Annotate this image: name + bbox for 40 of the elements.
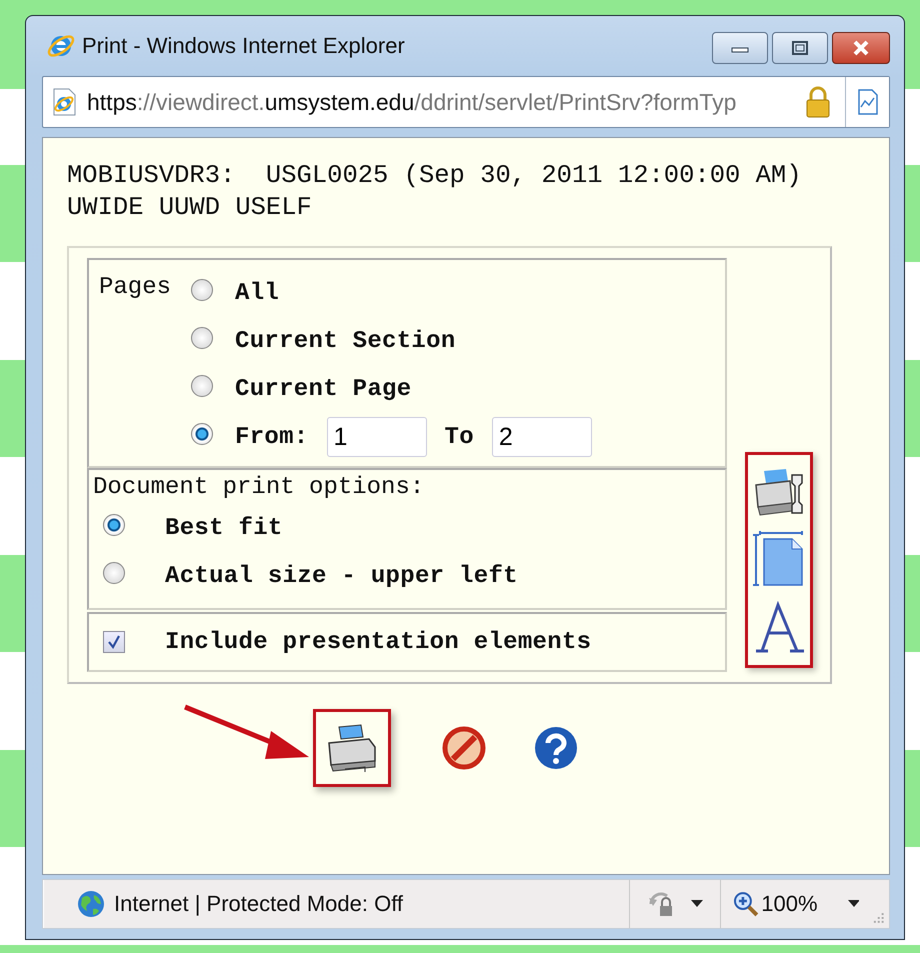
zone-text: Internet | Protected Mode: Off (114, 891, 404, 917)
radio-button[interactable] (191, 327, 213, 349)
radio-button[interactable] (191, 423, 213, 445)
radio-button[interactable] (191, 279, 213, 301)
cancel-icon[interactable] (441, 725, 487, 771)
close-icon (851, 40, 871, 56)
group-title: Document print options: (93, 474, 426, 503)
pages-label: Pages (99, 274, 172, 301)
printer-icon (325, 723, 379, 773)
report-line: MOBIUSVDR3: USGL0025 (Sep 30, 2011 12:00:00 AM) (67, 160, 802, 192)
maximize-icon (790, 40, 810, 56)
option-label: Current Section (235, 328, 456, 354)
minimize-button[interactable] (712, 32, 768, 64)
radio-button[interactable] (191, 375, 213, 397)
checkbox[interactable] (103, 631, 125, 653)
radio-button[interactable] (103, 514, 125, 536)
option-label: Best fit (165, 514, 283, 542)
page-margin-icon[interactable] (752, 531, 806, 589)
resize-grip-icon[interactable] (871, 910, 886, 924)
option-label: From: (235, 424, 309, 450)
zoom-button[interactable]: 100% (721, 880, 872, 928)
print-button[interactable] (313, 709, 391, 787)
maximize-button[interactable] (772, 32, 828, 64)
dropdown-icon (690, 900, 703, 908)
close-button[interactable] (832, 32, 890, 64)
dropdown-icon (848, 900, 860, 908)
checkbox-label: Include presentation elements (165, 628, 592, 656)
to-page-field[interactable]: 2 (492, 417, 592, 457)
option-label: Current Page (235, 376, 412, 402)
checkmark-icon (106, 634, 122, 650)
radio-button[interactable] (103, 562, 125, 584)
option-label: Actual size - upper left (165, 562, 518, 590)
option-label: All (235, 280, 280, 306)
magnifier-icon (733, 891, 760, 917)
to-label: To (444, 424, 474, 450)
report-line: UWIDE UUWD USELF (67, 192, 312, 224)
help-icon[interactable] (533, 725, 579, 771)
from-page-field[interactable]: 1 (326, 417, 427, 457)
globe-icon (76, 889, 106, 919)
window-title: Print - Windows Internet Explorer (82, 33, 405, 59)
